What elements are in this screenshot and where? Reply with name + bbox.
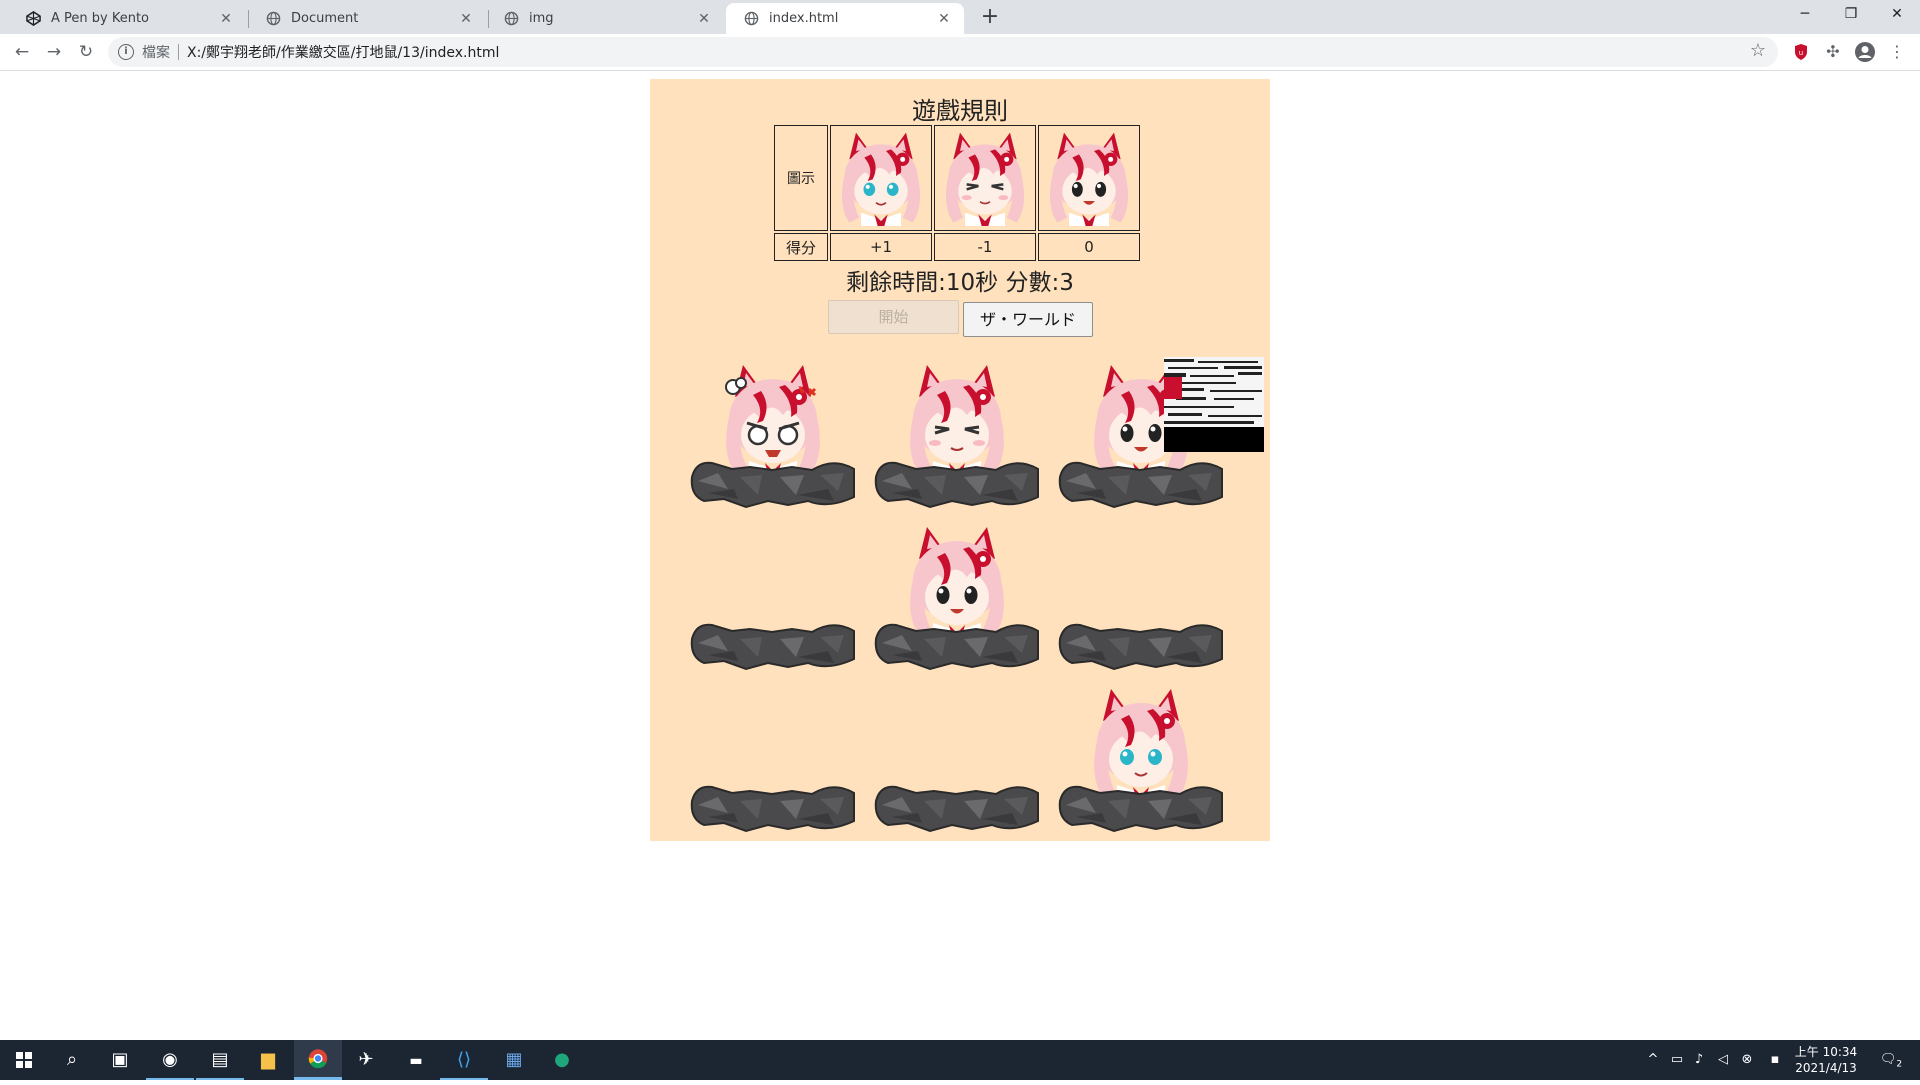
tab-title: A Pen by Kento	[51, 11, 150, 26]
glitch-artifact	[1164, 357, 1264, 452]
globe-icon	[504, 11, 519, 26]
clock[interactable]: 上午 10:34 2021/4/13	[1786, 1044, 1866, 1076]
globe-icon	[266, 11, 281, 26]
rules-score-plus: +1	[830, 233, 932, 261]
bookmark-star-icon[interactable]: ☆	[1750, 40, 1766, 61]
timer-score-status: 剩餘時間:10秒 分數:3	[846, 270, 1074, 296]
character-blue-eyes-icon	[841, 132, 921, 226]
rules-score-minus: -1	[934, 233, 1036, 261]
character-eyes-closed-icon	[945, 132, 1025, 226]
character-dark-eyes-icon	[874, 527, 1039, 671]
profile-avatar-icon[interactable]	[1854, 41, 1876, 63]
tab-title: Document	[291, 11, 359, 26]
character-angry-icon	[690, 365, 855, 509]
tray-chevron-icon[interactable]: ^	[1642, 1040, 1664, 1080]
bird-app-icon[interactable]: ✈	[342, 1040, 390, 1080]
address-bar[interactable]: i 檔案 X:/鄭宇翔老師/作業繳交區/打地鼠/13/index.html ☆	[108, 37, 1778, 67]
obs-app-icon[interactable]: ◉	[146, 1040, 194, 1080]
tab-index-html[interactable]: index.html ✕	[726, 3, 964, 34]
green-app-icon[interactable]: ●	[538, 1040, 586, 1080]
globe-icon	[744, 11, 759, 26]
vscode-icon[interactable]: ⟨⟩	[440, 1040, 488, 1080]
empty-hole[interactable]	[688, 511, 858, 676]
rules-face-plus	[830, 125, 932, 231]
window-close-icon[interactable]: ✕	[1874, 0, 1920, 30]
status-icon[interactable]: ⊗	[1736, 1040, 1758, 1080]
new-tab-button[interactable]: +	[976, 4, 1004, 32]
rules-score-zero: 0	[1038, 233, 1140, 261]
game-container: 遊戲規則 圖示 得分 +1 -1 0 剩餘時間:10秒 分數:3 開始 ザ・ワー…	[650, 79, 1270, 841]
info-icon[interactable]: i	[118, 44, 134, 60]
search-icon[interactable]: ⌕	[48, 1040, 96, 1080]
tab-img[interactable]: img ✕	[486, 3, 724, 34]
rock-hole-icon	[874, 785, 1039, 833]
mole-hole[interactable]	[1056, 673, 1226, 838]
minimize-icon[interactable]: ─	[1782, 0, 1828, 30]
file-explorer-icon[interactable]: ▆	[244, 1040, 292, 1080]
chrome-icon[interactable]	[294, 1040, 342, 1080]
clock-time: 上午 10:34	[1794, 1045, 1858, 1059]
tab-title: index.html	[769, 11, 839, 26]
browser-toolbar: ← → ↻ i 檔案 X:/鄭宇翔老師/作業繳交區/打地鼠/13/index.h…	[0, 34, 1920, 71]
rock-hole-icon	[1058, 623, 1223, 671]
codepen-icon	[26, 11, 41, 26]
empty-hole[interactable]	[872, 673, 1042, 838]
terminal-icon[interactable]: ▬	[392, 1040, 440, 1080]
glitch-bar	[1164, 427, 1264, 452]
rules-table: 圖示 得分 +1 -1 0	[772, 123, 1142, 263]
start-button[interactable]: 開始	[828, 300, 959, 334]
character-dark-eyes-icon	[1049, 132, 1129, 226]
svg-text:u: u	[1799, 49, 1803, 57]
character-eyes-closed-icon	[874, 365, 1039, 509]
close-icon[interactable]: ✕	[696, 11, 712, 27]
app-window-icon[interactable]: ▤	[196, 1040, 244, 1080]
close-icon[interactable]: ✕	[218, 11, 234, 27]
rules-face-zero	[1038, 125, 1140, 231]
rules-score-label: 得分	[774, 233, 828, 261]
shield-extension-icon[interactable]: u	[1790, 41, 1812, 63]
microphone-icon[interactable]: ♪	[1688, 1040, 1710, 1080]
rules-face-minus	[934, 125, 1036, 231]
volume-icon[interactable]: ◁	[1712, 1040, 1734, 1080]
extensions-puzzle-icon[interactable]: ✣	[1822, 41, 1844, 63]
clock-date: 2021/4/13	[1795, 1061, 1857, 1075]
taskbar: ⌕ ▣ ◉ ▤ ▆ ✈ ▬ ⟨⟩ ▦ ● ^ ▭ ♪ ◁ ⊗ ▪ 上午 10:3…	[0, 1040, 1920, 1080]
back-arrow-icon[interactable]: ←	[10, 40, 34, 64]
address-scheme: 檔案	[142, 45, 170, 61]
close-icon[interactable]: ✕	[458, 11, 474, 27]
reload-icon[interactable]: ↻	[74, 40, 98, 64]
menu-kebab-icon[interactable]: ⋮	[1886, 41, 1908, 63]
windows-start-icon[interactable]	[0, 1040, 48, 1080]
tab-codepen[interactable]: A Pen by Kento ✕	[8, 3, 246, 34]
notification-count: 2	[1896, 1059, 1903, 1070]
mole-hole[interactable]	[872, 349, 1042, 514]
address-divider	[178, 44, 179, 60]
ime-icon[interactable]: ▪	[1764, 1040, 1786, 1080]
address-url: X:/鄭宇翔老師/作業繳交區/打地鼠/13/index.html	[187, 45, 500, 61]
close-icon[interactable]: ✕	[936, 11, 952, 27]
character-blue-eyes-smile-icon	[1058, 689, 1223, 833]
rock-hole-icon	[690, 623, 855, 671]
notification-icon[interactable]: 🗨2	[1876, 1040, 1906, 1080]
mole-hole[interactable]	[872, 511, 1042, 676]
empty-hole[interactable]	[688, 673, 858, 838]
tab-document[interactable]: Document ✕	[248, 3, 486, 34]
the-world-button[interactable]: ザ・ワールド	[963, 302, 1093, 337]
rules-title: 遊戲規則	[912, 97, 1008, 125]
rock-hole-icon	[690, 785, 855, 833]
network-icon[interactable]: ▭	[1666, 1040, 1688, 1080]
calculator-icon[interactable]: ▦	[490, 1040, 538, 1080]
forward-arrow-icon[interactable]: →	[42, 40, 66, 64]
mole-hole[interactable]	[688, 349, 858, 514]
task-view-icon[interactable]: ▣	[96, 1040, 144, 1080]
restore-icon[interactable]: ❐	[1828, 0, 1874, 30]
tab-strip: A Pen by Kento ✕ Document ✕ img ✕ index.…	[0, 0, 1920, 34]
rules-icon-label: 圖示	[774, 125, 828, 231]
tab-title: img	[529, 11, 554, 26]
empty-hole[interactable]	[1056, 511, 1226, 676]
